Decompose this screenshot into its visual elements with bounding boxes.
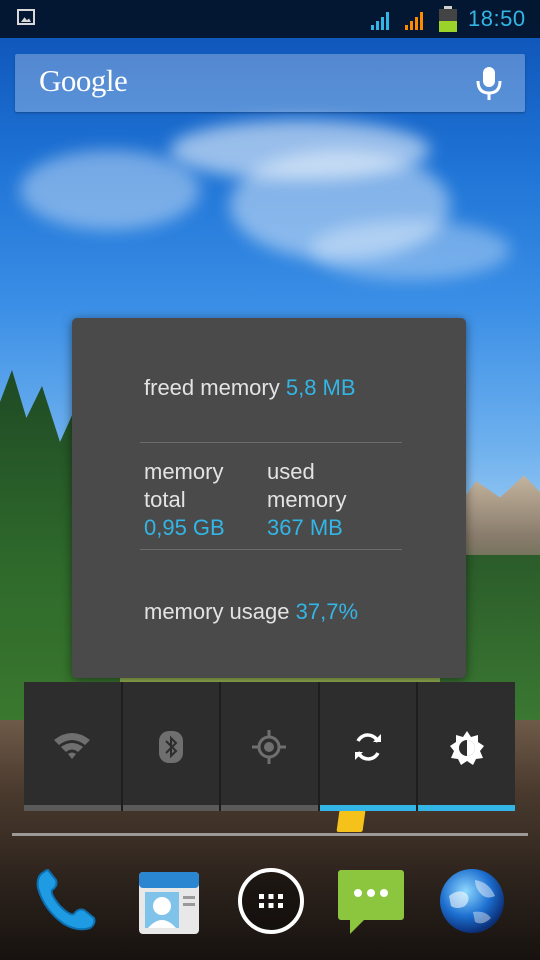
status-bar[interactable]: 18:50 — [0, 0, 540, 38]
app-drawer[interactable] — [236, 866, 306, 936]
wifi-toggle[interactable] — [24, 682, 121, 811]
toggle-indicator — [221, 805, 318, 811]
divider — [140, 549, 402, 550]
contacts-icon — [139, 872, 199, 934]
wallpaper-cloud — [20, 150, 200, 230]
signal-icon — [371, 10, 393, 30]
used-memory-label-1: used — [267, 459, 315, 484]
app-drawer-icon — [238, 868, 304, 934]
used-memory-label-2: memory — [267, 487, 347, 512]
used-memory-value: 367 MB — [267, 515, 343, 540]
signal-icon — [405, 10, 427, 30]
memory-usage-label: memory usage — [144, 599, 290, 624]
freed-memory-row: freed memory 5,8 MB — [144, 374, 356, 402]
brightness-icon — [449, 731, 484, 765]
browser-app[interactable] — [437, 866, 507, 936]
contacts-app[interactable] — [135, 866, 205, 936]
wifi-icon — [54, 733, 91, 759]
wallpaper-cloud — [310, 220, 510, 280]
gps-icon — [252, 730, 287, 764]
toggle-indicator — [24, 805, 121, 811]
memory-total-label-1: memory — [144, 459, 224, 484]
mic-icon[interactable] — [475, 66, 503, 102]
google-logo[interactable]: Google — [39, 63, 128, 99]
sync-toggle[interactable] — [319, 682, 417, 811]
bluetooth-icon — [158, 731, 183, 763]
memory-total-label-2: total — [144, 487, 186, 512]
memory-cleaner-dialog[interactable]: freed memory 5,8 MB memory total 0,95 GB… — [72, 318, 466, 678]
dock-divider — [12, 833, 528, 836]
divider — [140, 442, 402, 443]
bluetooth-toggle[interactable] — [122, 682, 220, 811]
memory-usage-row: memory usage 37,7% — [144, 598, 358, 626]
quick-settings-widget — [24, 682, 515, 811]
image-notification-icon — [17, 9, 35, 25]
memory-total-value: 0,95 GB — [144, 515, 225, 540]
battery-icon — [439, 6, 457, 32]
phone-app[interactable] — [30, 866, 100, 936]
gps-toggle[interactable] — [221, 682, 318, 811]
toggle-indicator — [319, 805, 417, 811]
freed-memory-label: freed memory — [144, 375, 280, 400]
globe-icon — [440, 869, 504, 933]
sync-icon — [355, 733, 382, 761]
memory-usage-value: 37,7% — [295, 599, 359, 624]
wallpaper-road-marking — [336, 810, 366, 832]
phone-icon — [36, 868, 96, 931]
toggle-indicator — [418, 805, 515, 811]
freed-memory-value: 5,8 MB — [285, 375, 356, 400]
clock: 18:50 — [468, 6, 526, 31]
google-search-bar[interactable]: Google — [15, 54, 525, 112]
toggle-indicator — [122, 805, 220, 811]
brightness-toggle[interactable] — [418, 682, 515, 811]
messaging-app[interactable] — [336, 866, 406, 936]
messaging-icon — [338, 870, 404, 934]
